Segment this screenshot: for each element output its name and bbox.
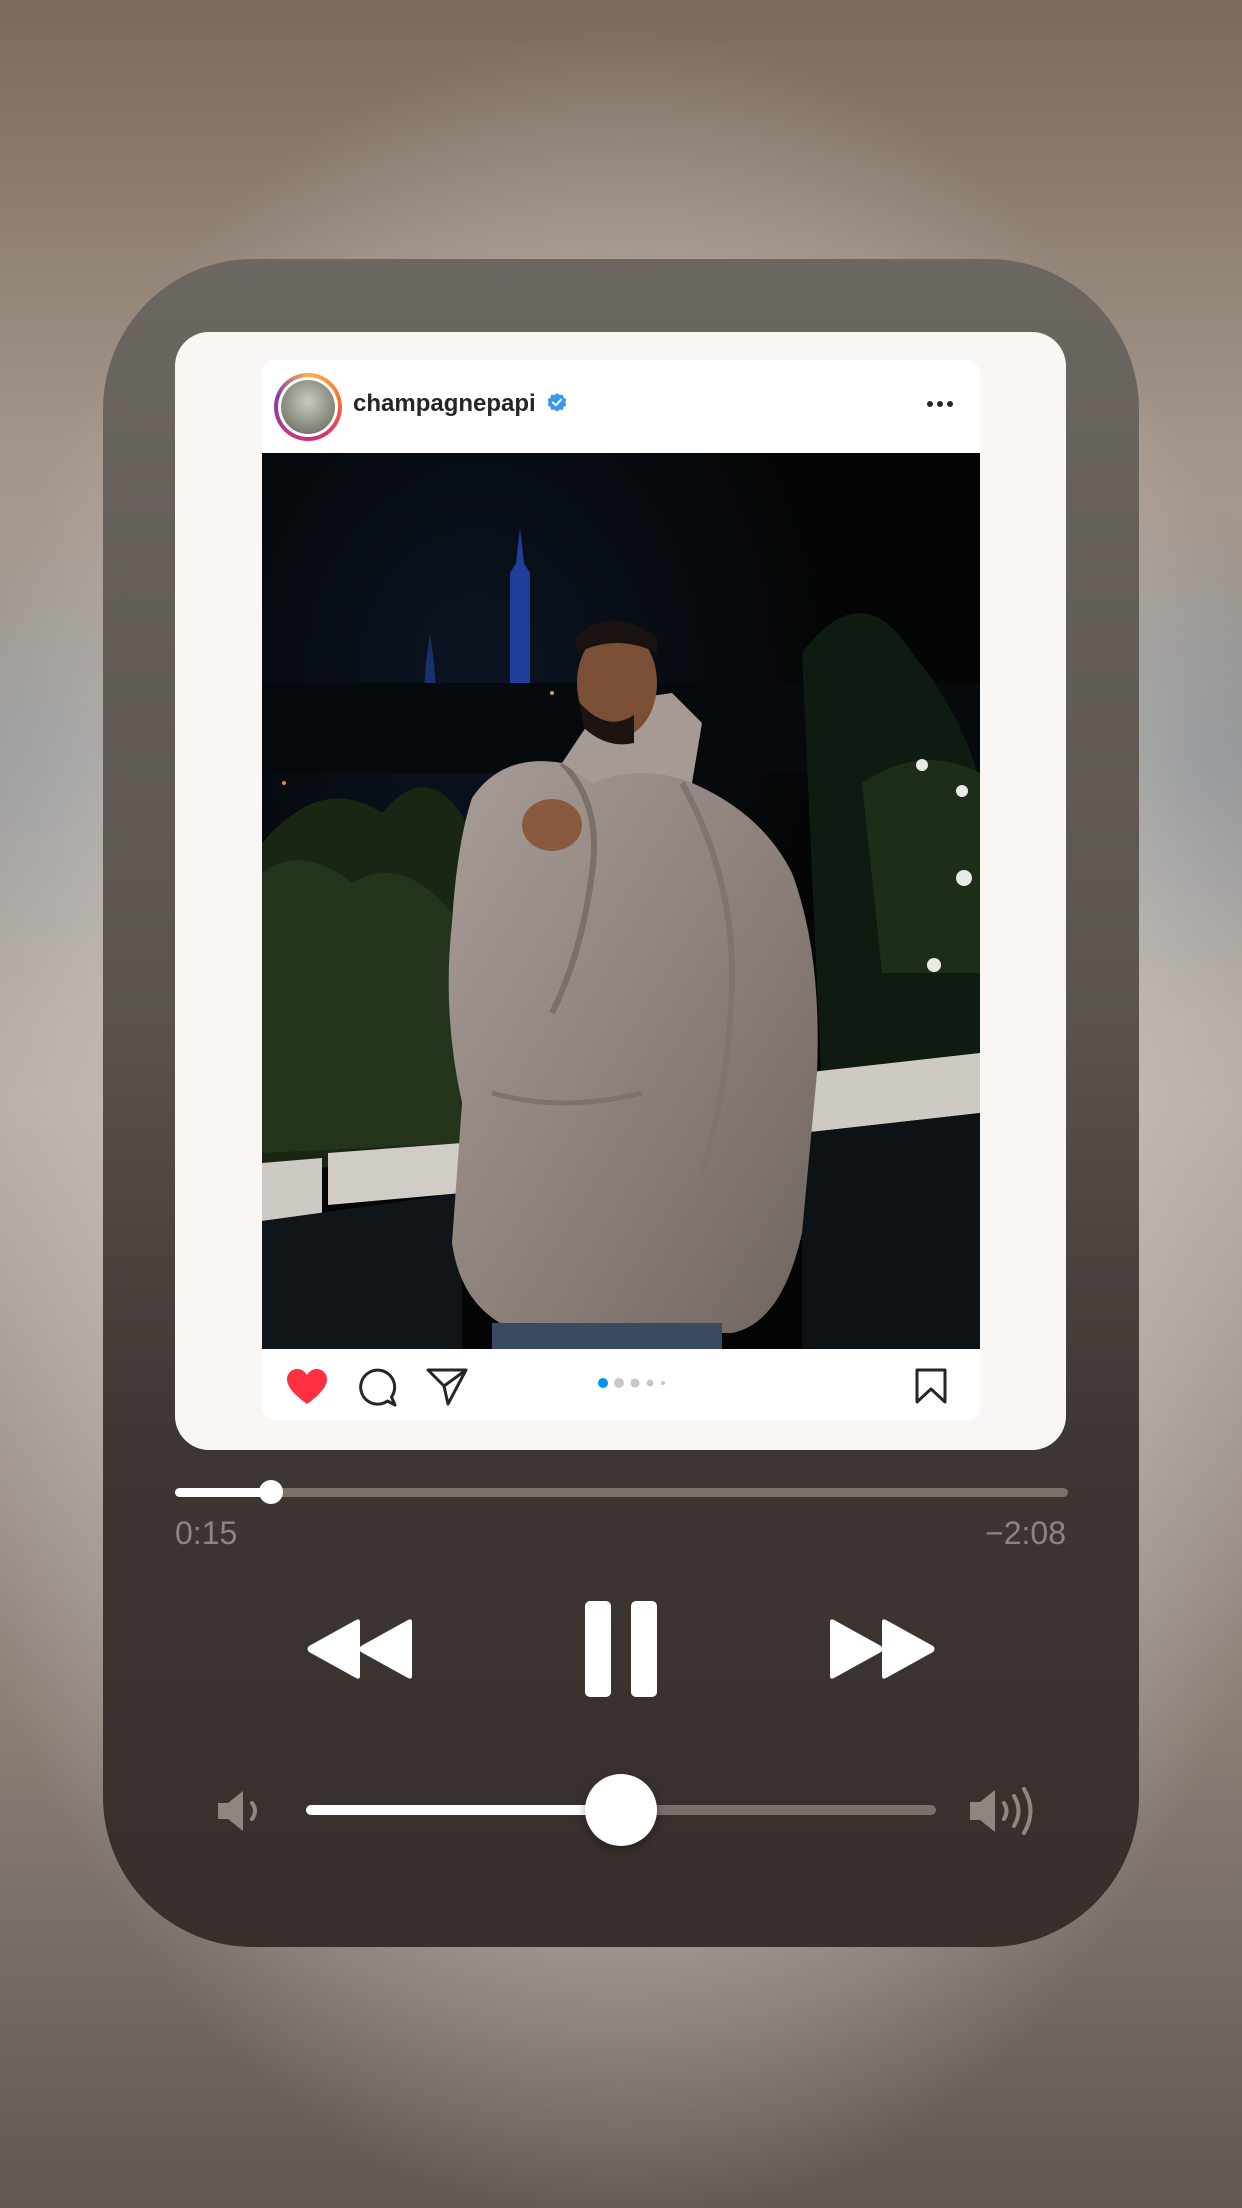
volume-high-icon[interactable] (968, 1784, 1040, 1838)
volume-level (306, 1805, 621, 1815)
avatar-image (281, 380, 335, 434)
heart-icon[interactable] (286, 1368, 328, 1406)
paper-plane-icon[interactable] (426, 1368, 468, 1406)
volume-low-icon[interactable] (216, 1788, 266, 1834)
rewind-icon[interactable] (306, 1618, 414, 1680)
seek-bar[interactable] (175, 1480, 1068, 1504)
carousel-dots (598, 1378, 665, 1388)
post-photo[interactable] (262, 453, 980, 1349)
post-header: champagnepapi (262, 360, 980, 453)
pause-icon[interactable] (584, 1600, 658, 1698)
story-ring[interactable] (274, 373, 342, 441)
seek-track (175, 1488, 1068, 1497)
verified-badge-icon (547, 393, 567, 412)
username[interactable]: champagnepapi (353, 390, 536, 418)
fast-forward-icon[interactable] (828, 1618, 936, 1680)
more-icon[interactable] (924, 392, 956, 416)
volume-thumb[interactable] (585, 1774, 657, 1846)
instagram-post: champagnepapi (262, 360, 980, 1420)
elapsed-time: 0:15 (175, 1515, 238, 1551)
post-actions-bar (262, 1349, 980, 1420)
comment-icon[interactable] (358, 1368, 398, 1408)
seek-thumb[interactable] (259, 1480, 283, 1504)
remaining-time: −2:08 (985, 1515, 1066, 1551)
volume-slider[interactable] (306, 1774, 936, 1846)
seek-progress (175, 1488, 271, 1497)
bookmark-icon[interactable] (914, 1367, 948, 1405)
avatar (278, 377, 338, 437)
